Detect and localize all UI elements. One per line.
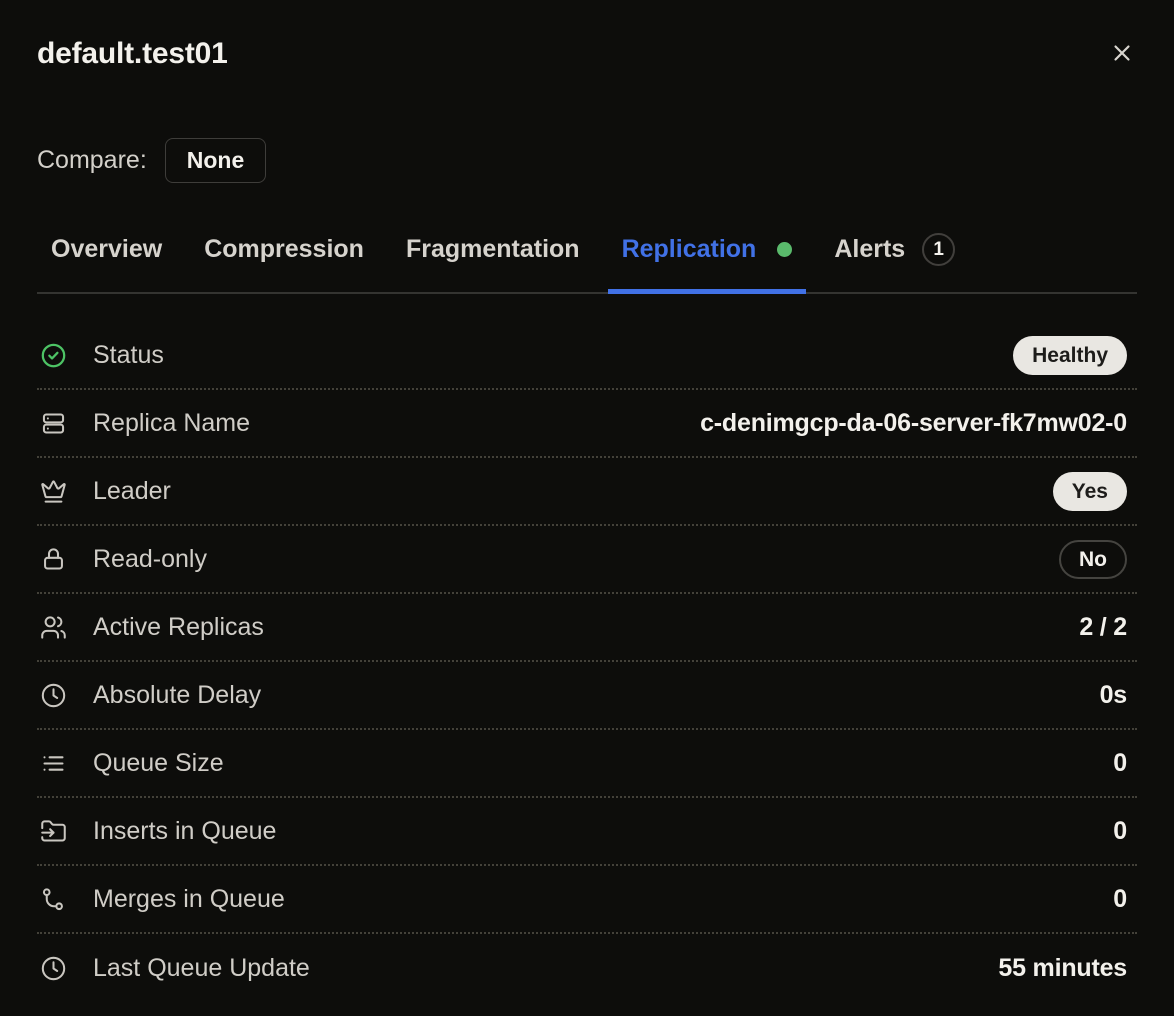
lock-icon	[40, 546, 67, 573]
row-value: 0s	[1100, 681, 1127, 710]
compare-row: Compare: None	[37, 138, 1137, 183]
compare-label: Compare:	[37, 146, 147, 175]
row-label: Merges in Queue	[93, 885, 285, 914]
row-value: 0	[1113, 885, 1127, 914]
green-status-dot-icon	[777, 242, 792, 257]
tab-replication[interactable]: Replication	[608, 229, 807, 294]
close-button[interactable]	[1107, 38, 1137, 68]
row-label: Leader	[93, 477, 171, 506]
server-icon	[40, 410, 67, 437]
row-label: Active Replicas	[93, 613, 264, 642]
folder-input-icon	[40, 818, 67, 845]
alerts-count-badge: 1	[922, 233, 955, 266]
table-row: Inserts in Queue 0	[37, 798, 1137, 866]
clock-icon	[40, 682, 67, 709]
status-badge: Healthy	[1013, 336, 1127, 375]
clock-icon	[40, 955, 67, 982]
row-value: 0	[1113, 817, 1127, 846]
table-details-panel: default.test01 Compare: None Overview Co…	[0, 0, 1174, 1016]
tab-label: Alerts	[834, 235, 905, 264]
row-label: Absolute Delay	[93, 681, 261, 710]
tab-label: Fragmentation	[406, 235, 580, 264]
row-value: 55 minutes	[998, 954, 1127, 983]
row-value: c-denimgcp-da-06-server-fk7mw02-0	[700, 409, 1127, 438]
tab-overview[interactable]: Overview	[37, 229, 176, 294]
table-row: Merges in Queue 0	[37, 866, 1137, 934]
row-value: 0	[1113, 749, 1127, 778]
table-row: Replica Name c-denimgcp-da-06-server-fk7…	[37, 390, 1137, 458]
tab-alerts[interactable]: Alerts 1	[820, 229, 969, 294]
status-badge: No	[1059, 540, 1127, 579]
compare-select-button[interactable]: None	[165, 138, 267, 183]
users-icon	[40, 614, 67, 641]
table-row: Last Queue Update 55 minutes	[37, 934, 1137, 1002]
row-label: Inserts in Queue	[93, 817, 276, 846]
table-row: Read-only No	[37, 526, 1137, 594]
tab-compression[interactable]: Compression	[190, 229, 378, 294]
tab-fragmentation[interactable]: Fragmentation	[392, 229, 594, 294]
circle-check-icon	[40, 342, 67, 369]
table-row: Leader Yes	[37, 458, 1137, 526]
table-row: Absolute Delay 0s	[37, 662, 1137, 730]
details-list: Status Healthy Replica Name c-denimgcp-d…	[37, 322, 1137, 1002]
row-label: Last Queue Update	[93, 954, 310, 983]
row-label: Status	[93, 341, 164, 370]
row-label: Replica Name	[93, 409, 250, 438]
table-row: Status Healthy	[37, 322, 1137, 390]
panel-header: default.test01	[37, 36, 1137, 72]
git-merge-icon	[40, 886, 67, 913]
row-label: Read-only	[93, 545, 207, 574]
list-icon	[40, 750, 67, 777]
status-badge: Yes	[1053, 472, 1127, 511]
crown-icon	[40, 478, 67, 505]
table-row: Queue Size 0	[37, 730, 1137, 798]
tab-label: Compression	[204, 235, 364, 264]
row-label: Queue Size	[93, 749, 224, 778]
tab-label: Overview	[51, 235, 162, 264]
tab-label: Replication	[622, 235, 757, 264]
close-icon	[1109, 40, 1135, 66]
tab-bar: Overview Compression Fragmentation Repli…	[37, 229, 1137, 294]
page-title: default.test01	[37, 36, 228, 72]
row-value: 2 / 2	[1079, 613, 1127, 642]
table-row: Active Replicas 2 / 2	[37, 594, 1137, 662]
